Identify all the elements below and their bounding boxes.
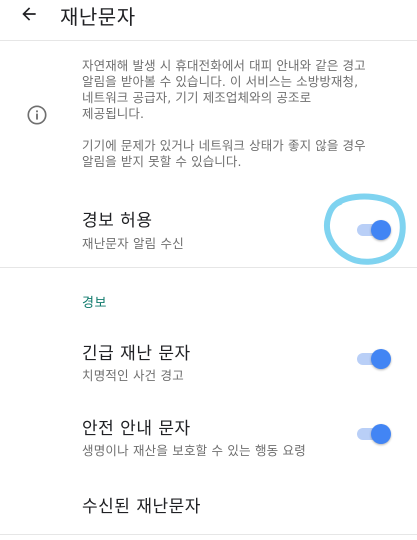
info-paragraph-2: 기기에 문제가 있거나 네트워크 상태가 좋지 않을 경우 알림을 받지 못할 … — [82, 138, 392, 170]
info-icon — [27, 105, 47, 125]
allow-alerts-title: 경보 허용 — [82, 211, 153, 231]
received-alerts-row[interactable]: 수신된 재난문자 — [0, 478, 417, 533]
safety-guidance-title: 안전 안내 문자 — [82, 419, 191, 439]
emergency-alert-toggle[interactable] — [355, 347, 391, 369]
section-divider — [0, 267, 417, 268]
info-line: 네트워크 공급자, 기기 제조업체와의 공조로 — [82, 90, 312, 105]
safety-guidance-toggle[interactable] — [355, 422, 391, 444]
page-title: 재난문자 — [60, 5, 136, 29]
info-line: 제공됩니다. — [82, 106, 145, 121]
info-line: 자연재해 발생 시 휴대전화에서 대피 안내와 같은 경고 — [82, 58, 366, 73]
emergency-alert-row[interactable]: 긴급 재난 문자 치명적인 사건 경고 — [0, 330, 417, 390]
info-line: 알림을 받아볼 수 있습니다. 이 서비스는 소방방재청, — [82, 74, 359, 89]
annotation-circle — [324, 193, 406, 265]
info-block: 자연재해 발생 시 휴대전화에서 대피 안내와 같은 경고 알림을 받아볼 수 … — [0, 41, 417, 185]
info-paragraph-1: 자연재해 발생 시 휴대전화에서 대피 안내와 같은 경고 알림을 받아볼 수 … — [82, 58, 392, 122]
section-header-alerts: 경보 — [82, 296, 107, 311]
back-button[interactable] — [14, 0, 44, 28]
bottom-divider — [0, 534, 417, 535]
received-alerts-title: 수신된 재난문자 — [82, 497, 201, 517]
arrow-left-icon — [22, 7, 36, 21]
emergency-alert-title: 긴급 재난 문자 — [82, 344, 191, 364]
toggle-thumb — [371, 349, 391, 369]
info-line: 알림을 받지 못할 수 있습니다. — [82, 154, 242, 169]
allow-alerts-subtitle: 재난문자 알림 수신 — [82, 236, 184, 251]
toggle-thumb — [371, 424, 391, 444]
safety-guidance-row[interactable]: 안전 안내 문자 생명이나 재산을 보호할 수 있는 행동 요령 — [0, 405, 417, 465]
app-bar: 재난문자 — [0, 0, 417, 34]
safety-guidance-subtitle: 생명이나 재산을 보호할 수 있는 행동 요령 — [82, 443, 306, 458]
info-line: 기기에 문제가 있거나 네트워크 상태가 좋지 않을 경우 — [82, 138, 366, 153]
emergency-alert-subtitle: 치명적인 사건 경고 — [82, 368, 184, 383]
